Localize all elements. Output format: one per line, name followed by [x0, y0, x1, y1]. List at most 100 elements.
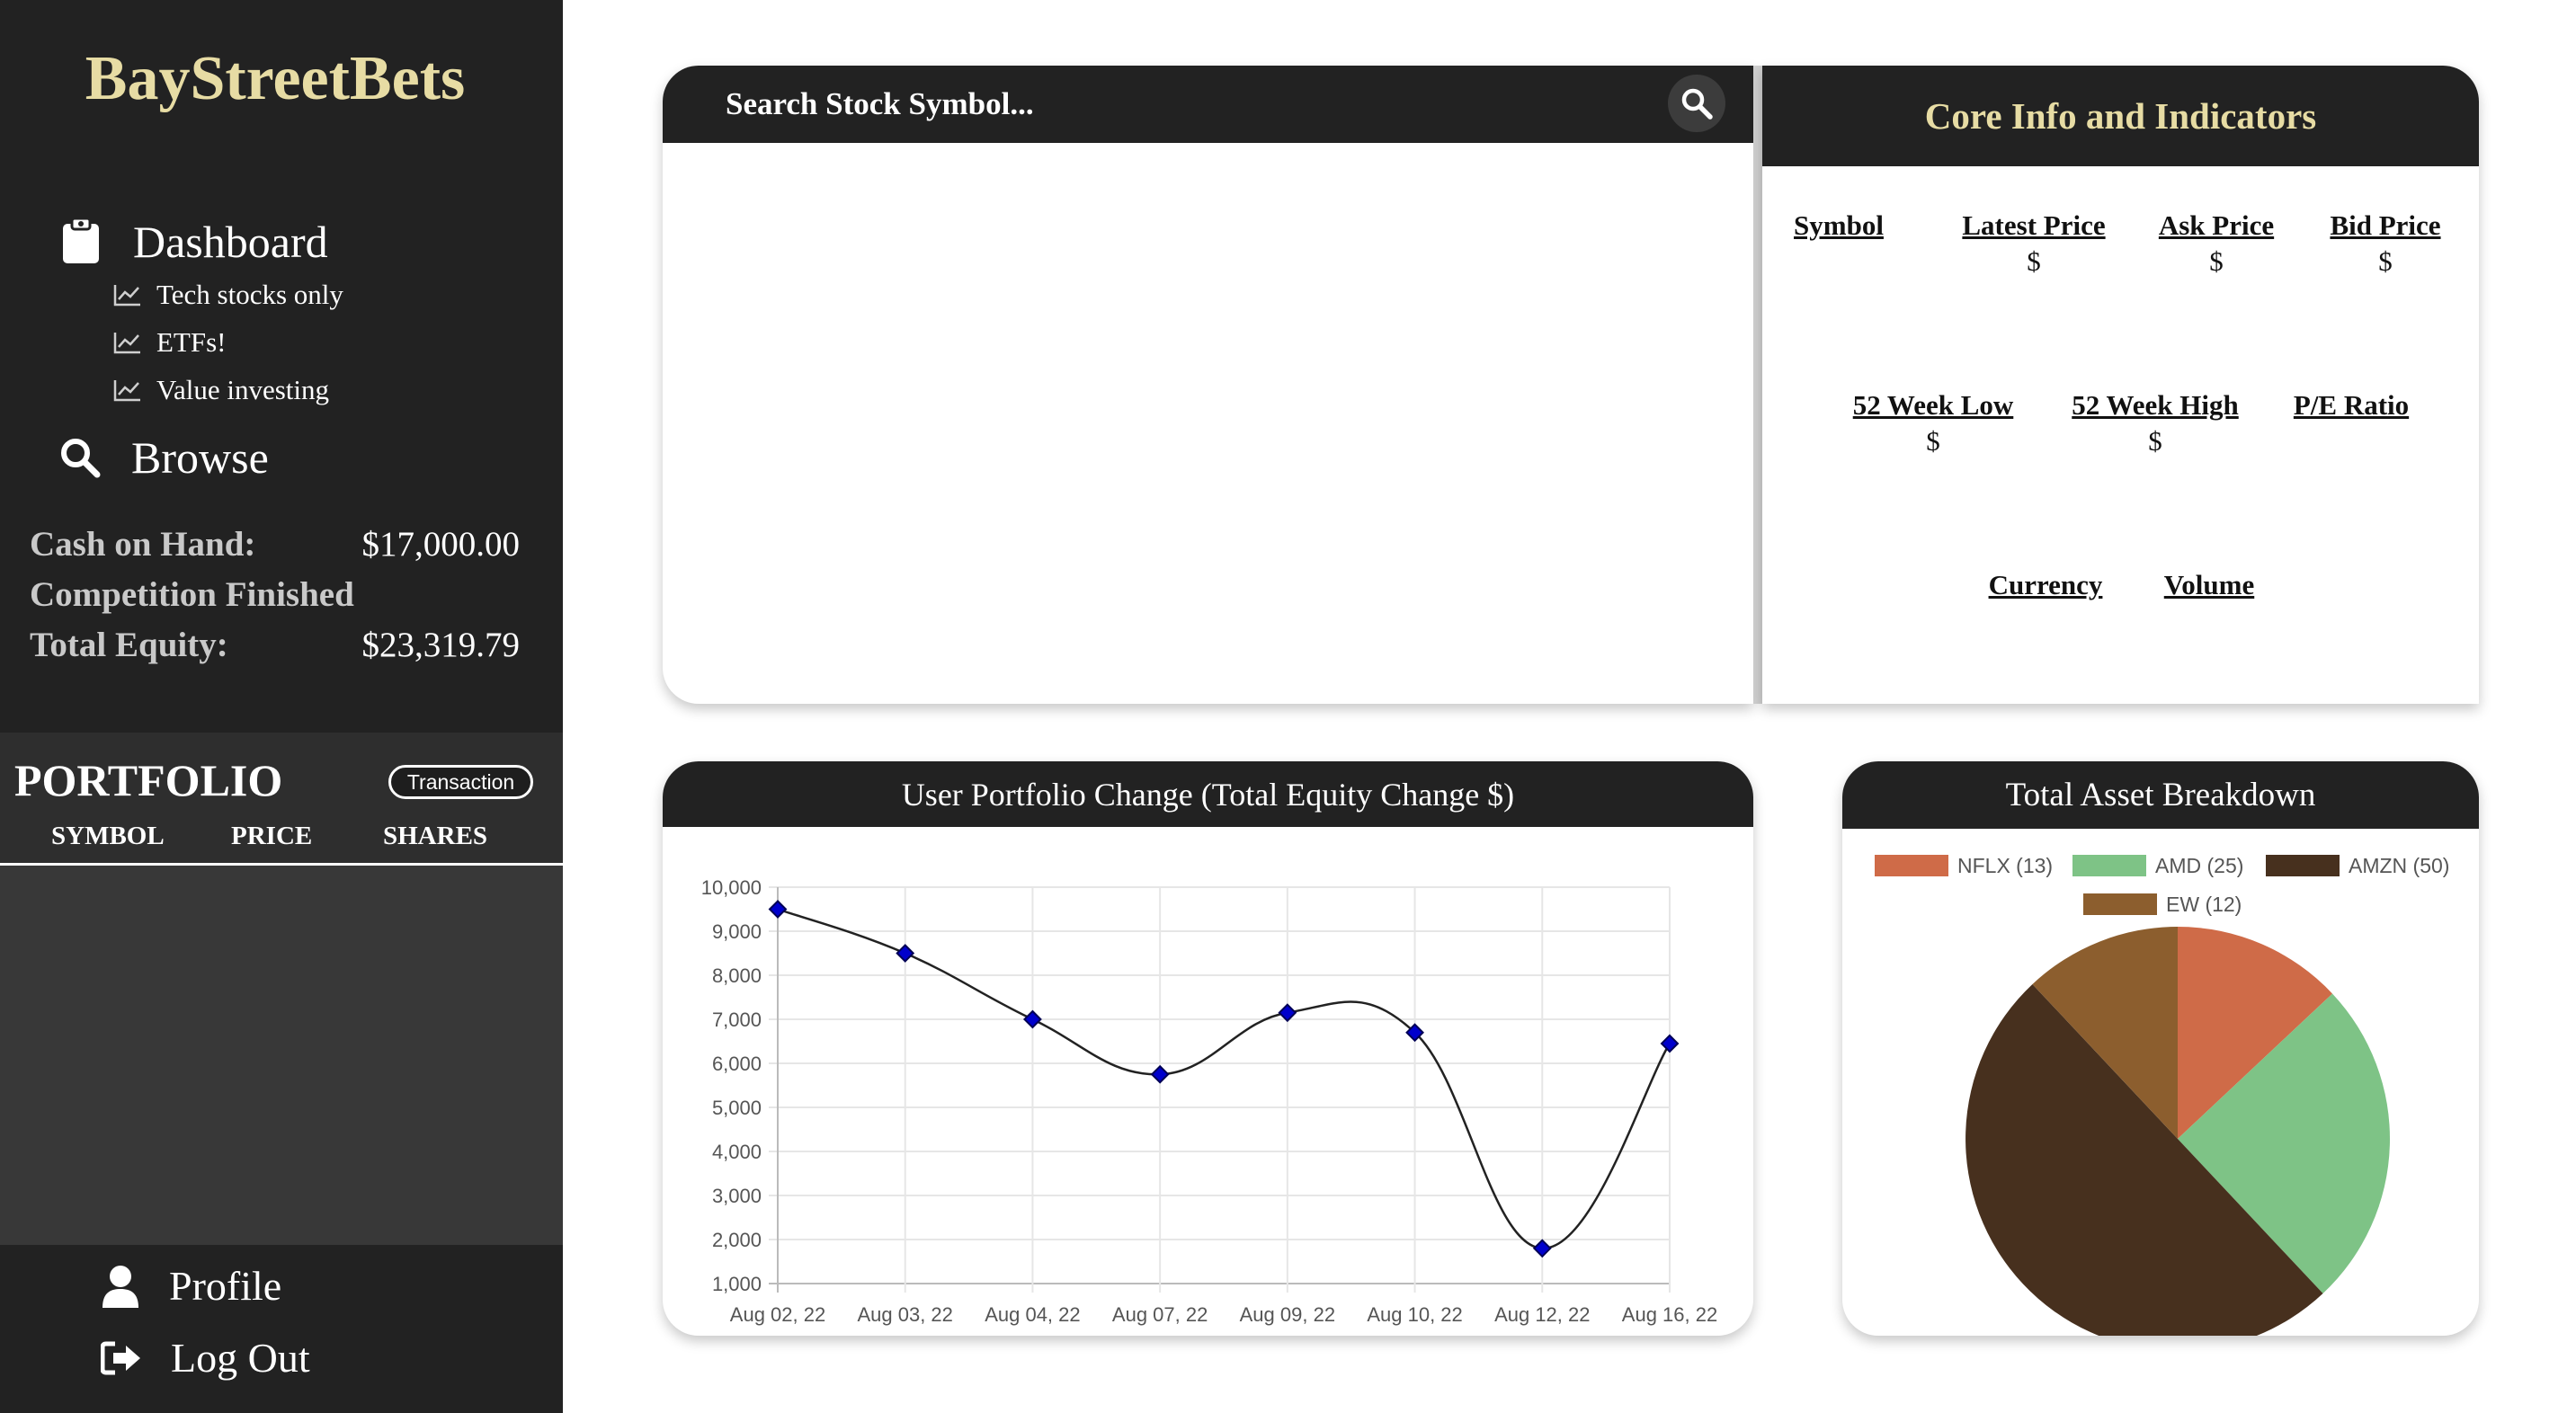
asset-breakdown-card: NFLX (13) AMD (25) AMZN (50) EW (12) Total … — [1842, 761, 2479, 1336]
indicator-label[interactable]: Bid Price — [2318, 209, 2453, 242]
indicator-volume: Volume — [2151, 569, 2268, 605]
indicator-ask-price: Ask Price $ — [2149, 209, 2284, 278]
sidebar-item-label: Value investing — [156, 374, 329, 405]
legend-swatch — [2266, 855, 2340, 876]
search-panel — [663, 66, 1753, 704]
portfolio-change-card: 1,000 2,000 3,000 4,000 5,000 6,000 7,000 8,000… — [663, 761, 1753, 1336]
indicator-latest-price: Latest Price $ — [1948, 209, 2119, 278]
search-icon — [1680, 87, 1713, 120]
equity-value: $23,319.79 — [361, 626, 521, 664]
data-point — [1150, 1064, 1170, 1084]
indicator-currency: Currency — [1978, 569, 2113, 605]
y-tick-label: 1,000 — [712, 1273, 762, 1295]
nav-profile[interactable]: Profile — [101, 1262, 281, 1310]
portfolio-change-chart: 1,000 2,000 3,000 4,000 5,000 6,000 7,000 8,000… — [701, 876, 1718, 1326]
panel-divider — [1753, 66, 1762, 704]
indicator-value: $ — [2027, 245, 2041, 277]
legend-swatch — [2083, 893, 2157, 915]
nav-browse[interactable]: Browse — [59, 431, 269, 484]
chart-line-icon — [113, 331, 156, 354]
data-point — [768, 900, 788, 919]
indicator-52-week-low: 52 Week Low $ — [1843, 389, 2023, 458]
legend-label: AMD (25) — [2155, 854, 2243, 877]
nav-logout-label: Log Out — [171, 1335, 310, 1381]
search-icon — [59, 437, 101, 478]
sidebar-item-tech-stocks[interactable]: Tech stocks only — [113, 279, 343, 311]
transaction-button[interactable]: Transaction — [388, 765, 533, 799]
portfolio-title: PORTFOLIO — [14, 755, 283, 805]
sign-out-icon — [101, 1340, 142, 1376]
asset-breakdown-chart: NFLX (13) AMD (25) AMZN (50) EW (12) — [1875, 854, 2449, 1336]
indicator-label[interactable]: Volume — [2151, 569, 2268, 601]
data-point — [896, 944, 915, 963]
data-point — [1023, 1009, 1042, 1029]
indicator-value: $ — [2148, 425, 2162, 457]
x-tick-label: Aug 03, 22 — [857, 1303, 952, 1326]
nav-dashboard[interactable]: Dashboard — [61, 216, 328, 268]
y-tick-label: 5,000 — [712, 1097, 762, 1119]
indicator-value: $ — [2378, 245, 2393, 277]
indicator-pe-ratio: P/E Ratio — [2279, 389, 2423, 425]
sidebar-item-value-investing[interactable]: Value investing — [113, 374, 329, 406]
indicator-label[interactable]: 52 Week High — [2061, 389, 2250, 422]
y-tick-label: 6,000 — [712, 1053, 762, 1075]
indicator-value: $ — [1926, 425, 1940, 457]
cash-label: Cash on Hand: — [30, 525, 256, 564]
x-tick-label: Aug 02, 22 — [730, 1303, 825, 1326]
x-tick-label: Aug 16, 22 — [1622, 1303, 1717, 1326]
chart-title: User Portfolio Change (Total Equity Chan… — [663, 761, 1753, 827]
search-button[interactable] — [1668, 75, 1725, 132]
nav-dashboard-label: Dashboard — [133, 217, 328, 267]
legend-label: AMZN (50) — [2349, 854, 2449, 877]
indicator-bid-price: Bid Price $ — [2318, 209, 2453, 278]
equity-label: Total Equity: — [30, 626, 228, 664]
indicator-label[interactable]: Currency — [1978, 569, 2113, 601]
y-tick-label: 9,000 — [712, 920, 762, 943]
nav-profile-label: Profile — [169, 1263, 282, 1309]
indicator-label[interactable]: Latest Price — [1948, 209, 2119, 242]
data-point — [1660, 1034, 1680, 1053]
x-tick-label: Aug 07, 22 — [1112, 1303, 1208, 1326]
search-input[interactable] — [726, 82, 1580, 127]
cash-value: $17,000.00 — [361, 525, 521, 564]
search-bar — [663, 66, 1753, 143]
y-tick-label: 4,000 — [712, 1141, 762, 1163]
sidebar-item-label: ETFs! — [156, 326, 227, 358]
legend-swatch — [2072, 855, 2146, 876]
x-tick-label: Aug 12, 22 — [1494, 1303, 1590, 1326]
chart-line-icon — [113, 378, 156, 402]
sidebar: BayStreetBets Dashboard Tech stocks only… — [0, 0, 563, 1413]
indicator-label[interactable]: P/E Ratio — [2279, 389, 2423, 422]
x-tick-label: Aug 04, 22 — [985, 1303, 1080, 1326]
clipboard-icon — [61, 218, 101, 265]
indicator-52-week-high: 52 Week High $ — [2061, 389, 2250, 458]
chart-line-icon — [113, 283, 156, 307]
y-tick-label: 8,000 — [712, 964, 762, 987]
column-price[interactable]: PRICE — [231, 822, 312, 851]
column-shares[interactable]: SHARES — [383, 822, 487, 851]
user-icon — [101, 1265, 140, 1308]
portfolio-header: PORTFOLIO Transaction SYMBOL PRICE SHARE… — [0, 733, 563, 866]
sidebar-item-etfs[interactable]: ETFs! — [113, 326, 227, 359]
column-symbol[interactable]: SYMBOL — [51, 822, 165, 851]
series-line — [777, 908, 1671, 1250]
brand-logo[interactable]: BayStreetBets — [0, 43, 550, 115]
portfolio-panel: PORTFOLIO Transaction SYMBOL PRICE SHARE… — [0, 733, 563, 1245]
indicator-label[interactable]: Symbol — [1789, 209, 1888, 242]
indicator-label[interactable]: Ask Price — [2149, 209, 2284, 242]
core-info-panel: Core Info and Indicators Symbol Latest P… — [1762, 66, 2479, 704]
data-point — [1278, 1003, 1297, 1023]
competition-status: Competition Finished — [30, 575, 354, 614]
pie-title: Total Asset Breakdown — [1842, 761, 2479, 829]
indicator-value: $ — [2209, 245, 2224, 277]
nav-browse-label: Browse — [131, 432, 269, 483]
y-tick-label: 10,000 — [701, 876, 762, 899]
indicator-label[interactable]: 52 Week Low — [1843, 389, 2023, 422]
core-info-title: Core Info and Indicators — [1762, 66, 2479, 166]
data-point — [1532, 1239, 1552, 1258]
legend-label: NFLX (13) — [1957, 854, 2053, 877]
legend-swatch — [1875, 855, 1948, 876]
y-tick-label: 7,000 — [712, 1009, 762, 1031]
nav-logout[interactable]: Log Out — [101, 1334, 310, 1382]
x-tick-label: Aug 09, 22 — [1240, 1303, 1335, 1326]
